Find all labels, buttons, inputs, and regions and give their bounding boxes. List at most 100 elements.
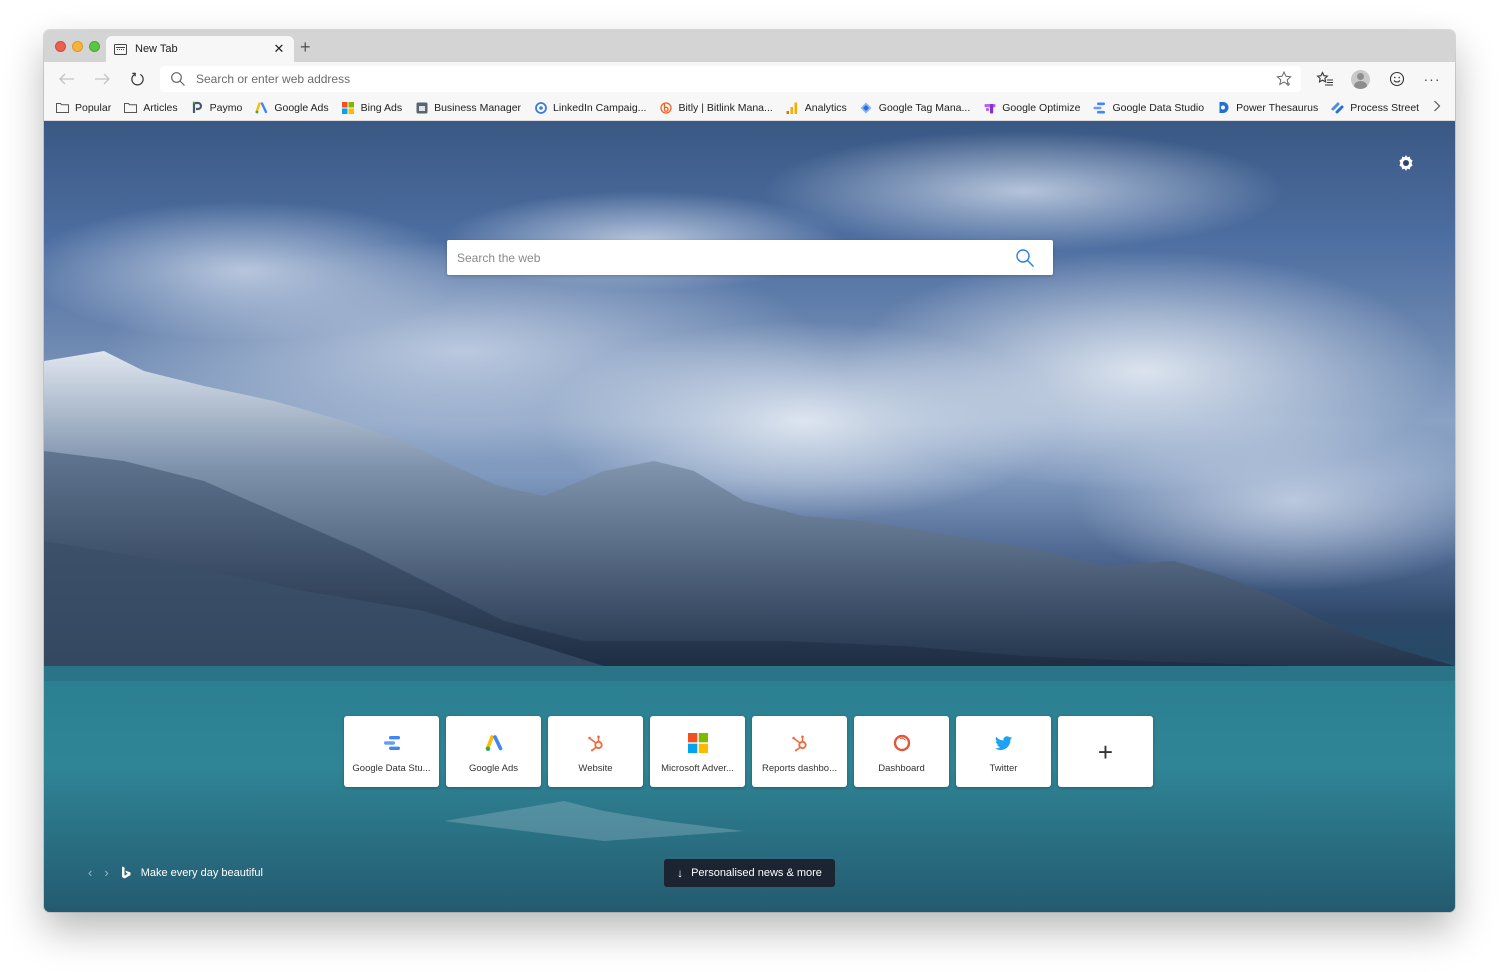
close-window-button[interactable]: [55, 41, 66, 52]
quick-link-tile[interactable]: Google Data Stu...: [344, 716, 439, 787]
add-favorite-star-icon[interactable]: [1275, 70, 1293, 88]
dashboard-ring-icon: [892, 733, 912, 753]
hubspot-icon: [586, 733, 606, 753]
feedback-button[interactable]: [1386, 68, 1408, 90]
microsoft-icon: [687, 733, 708, 753]
quick-link-tile[interactable]: Google Ads: [446, 716, 541, 787]
quick-link-label: Website: [578, 763, 613, 774]
quick-link-label: Google Ads: [468, 763, 519, 774]
tab-new-tab[interactable]: New Tab ✕: [106, 36, 294, 62]
google-ads-icon: [255, 101, 268, 114]
favorites-bar: Popular Articles Paymo Google Ads Bing A…: [44, 95, 1455, 121]
hubspot-icon: [790, 733, 810, 753]
back-button[interactable]: [56, 68, 78, 90]
microsoft-icon: [342, 101, 355, 114]
quick-link-tile[interactable]: Website: [548, 716, 643, 787]
bookmark-label: Business Manager: [434, 101, 522, 114]
image-info: ‹ › Make every day beautiful: [88, 865, 263, 880]
next-image-button[interactable]: ›: [104, 865, 108, 880]
bookmark-google-optimize[interactable]: Google Optimize: [983, 101, 1080, 114]
profile-button[interactable]: [1349, 68, 1371, 90]
tab-title: New Tab: [135, 43, 178, 55]
quick-link-tile[interactable]: Dashboard: [854, 716, 949, 787]
reload-icon: [130, 72, 144, 85]
tag-manager-icon: [860, 101, 873, 114]
search-icon: [171, 72, 185, 86]
bookmark-articles[interactable]: Articles: [124, 101, 178, 114]
linkedin-campaign-icon: [534, 101, 547, 114]
bookmark-label: Articles: [143, 101, 178, 114]
bookmark-analytics[interactable]: Analytics: [786, 101, 847, 114]
reload-button[interactable]: [126, 68, 148, 90]
address-bar[interactable]: [160, 66, 1301, 92]
bookmark-label: Process Street: [1350, 101, 1420, 114]
add-quick-link-button[interactable]: +: [1058, 716, 1153, 787]
close-icon[interactable]: ✕: [272, 41, 286, 57]
favorites-button[interactable]: [1314, 68, 1336, 90]
data-studio-icon: [1093, 101, 1106, 114]
chevron-right-icon[interactable]: [1433, 100, 1441, 115]
new-tab-page: Google Data Stu... Google Ads Website Mi…: [44, 121, 1455, 912]
bookmark-label: Bitly | Bitlink Mana...: [678, 101, 773, 114]
web-search-input[interactable]: [457, 250, 1015, 265]
web-search-box[interactable]: [447, 240, 1053, 275]
bookmark-google-tag-manager[interactable]: Google Tag Mana...: [860, 101, 970, 114]
bookmark-business-manager[interactable]: Business Manager: [415, 101, 521, 114]
avatar: [1350, 69, 1370, 89]
bookmark-linkedin-campaign[interactable]: LinkedIn Campaig...: [534, 101, 646, 114]
quick-link-tile[interactable]: Microsoft Adver...: [650, 716, 745, 787]
bookmark-google-ads[interactable]: Google Ads: [255, 101, 329, 114]
address-input[interactable]: [196, 72, 1301, 86]
bookmark-label: Bing Ads: [360, 101, 403, 114]
power-thesaurus-icon: [1217, 101, 1230, 114]
bookmark-google-data-studio[interactable]: Google Data Studio: [1093, 101, 1204, 114]
bookmark-label: Paymo: [209, 101, 243, 114]
smiley-icon: [1389, 71, 1405, 87]
bookmark-process-street[interactable]: Process Street: [1331, 101, 1419, 114]
analytics-icon: [786, 101, 799, 114]
bookmark-bing-ads[interactable]: Bing Ads: [342, 101, 402, 114]
quick-link-tile[interactable]: Twitter: [956, 716, 1051, 787]
bookmark-label: Analytics: [804, 101, 847, 114]
browser-window: New Tab ✕ + ···: [44, 30, 1455, 912]
arrow-down-icon: ↓: [677, 866, 684, 880]
paymo-icon: [191, 101, 204, 114]
personalised-news-button[interactable]: ↓ Personalised news & more: [664, 859, 835, 887]
navigation-toolbar: ···: [44, 62, 1455, 95]
bookmark-bitly[interactable]: Bitly | Bitlink Mana...: [659, 101, 773, 114]
news-button-label: Personalised news & more: [691, 867, 822, 879]
quick-link-label: Dashboard: [878, 763, 925, 774]
image-caption-link[interactable]: Make every day beautiful: [141, 867, 263, 879]
folder-icon: [56, 101, 69, 114]
bing-logo-icon: [121, 866, 131, 879]
process-street-icon: [1331, 101, 1344, 114]
quick-link-label: Microsoft Adver...: [661, 763, 734, 774]
bookmark-label: LinkedIn Campaig...: [553, 101, 647, 114]
bookmark-label: Google Ads: [274, 101, 329, 114]
maximize-window-button[interactable]: [89, 41, 100, 52]
favorites-list-icon: [1316, 71, 1333, 86]
quick-link-label: Google Data Stu...: [352, 763, 431, 774]
previous-image-button[interactable]: ‹: [88, 865, 92, 880]
minimize-window-button[interactable]: [72, 41, 83, 52]
bookmark-paymo[interactable]: Paymo: [191, 101, 243, 114]
data-studio-icon: [382, 733, 402, 753]
tab-strip: New Tab ✕ +: [44, 30, 1455, 62]
quick-link-tile[interactable]: Reports dashbo...: [752, 716, 847, 787]
folder-icon: [124, 101, 138, 114]
settings-gear-icon[interactable]: [1396, 153, 1416, 173]
quick-links: Google Data Stu... Google Ads Website Mi…: [344, 716, 1153, 787]
bookmark-power-thesaurus[interactable]: Power Thesaurus: [1217, 101, 1318, 114]
forward-button[interactable]: [91, 68, 113, 90]
bitly-icon: [659, 101, 672, 114]
twitter-icon: [994, 733, 1014, 753]
new-tab-button[interactable]: +: [300, 37, 311, 57]
more-menu-button[interactable]: ···: [1421, 68, 1443, 90]
bookmark-label: Google Tag Mana...: [878, 101, 971, 114]
bookmark-popular[interactable]: Popular: [56, 101, 111, 114]
quick-link-label: Reports dashbo...: [762, 763, 837, 774]
arrow-left-icon: [59, 73, 74, 85]
quick-link-label: Twitter: [989, 763, 1018, 774]
optimize-icon: [983, 101, 996, 114]
search-icon[interactable]: [1015, 248, 1035, 268]
